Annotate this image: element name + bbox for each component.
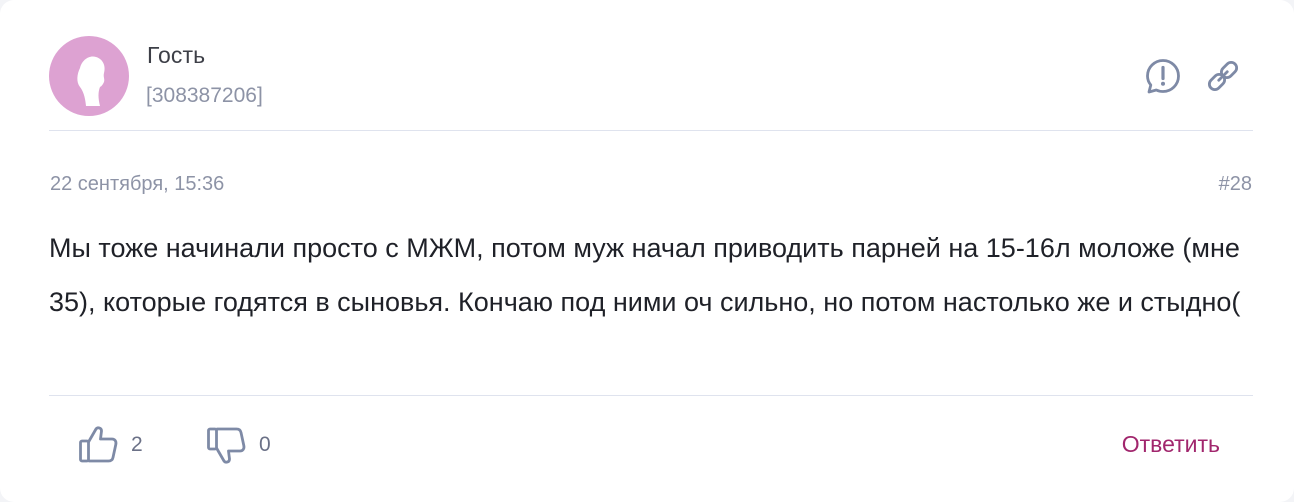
- avatar[interactable]: [49, 36, 129, 116]
- comment-date: 22 сентября, 15:36: [50, 173, 225, 195]
- thumbs-up-icon: [79, 426, 118, 463]
- comment-number[interactable]: #28: [1219, 173, 1252, 196]
- link-icon: [1207, 60, 1239, 92]
- divider: [49, 130, 1253, 131]
- dislike-button[interactable]: 0: [206, 423, 271, 467]
- divider: [49, 395, 1253, 396]
- person-silhouette-icon: [77, 56, 105, 106]
- report-icon: [1146, 59, 1180, 94]
- comment-text: Мы тоже начинали просто с МЖМ, потом муж…: [49, 233, 1241, 317]
- author-name[interactable]: Гость: [147, 42, 205, 69]
- dislike-count: 0: [259, 433, 271, 456]
- like-button[interactable]: 2: [78, 423, 143, 467]
- thumbs-down-icon: [207, 427, 246, 464]
- comment-card: Гость [308387206] 22 сентября, 15:36 #28…: [0, 0, 1294, 502]
- author-id: [308387206]: [146, 84, 263, 107]
- copy-link-button[interactable]: [1204, 57, 1242, 95]
- like-count: 2: [131, 433, 143, 456]
- reply-button[interactable]: Ответить: [1122, 431, 1220, 458]
- report-button[interactable]: [1144, 57, 1182, 95]
